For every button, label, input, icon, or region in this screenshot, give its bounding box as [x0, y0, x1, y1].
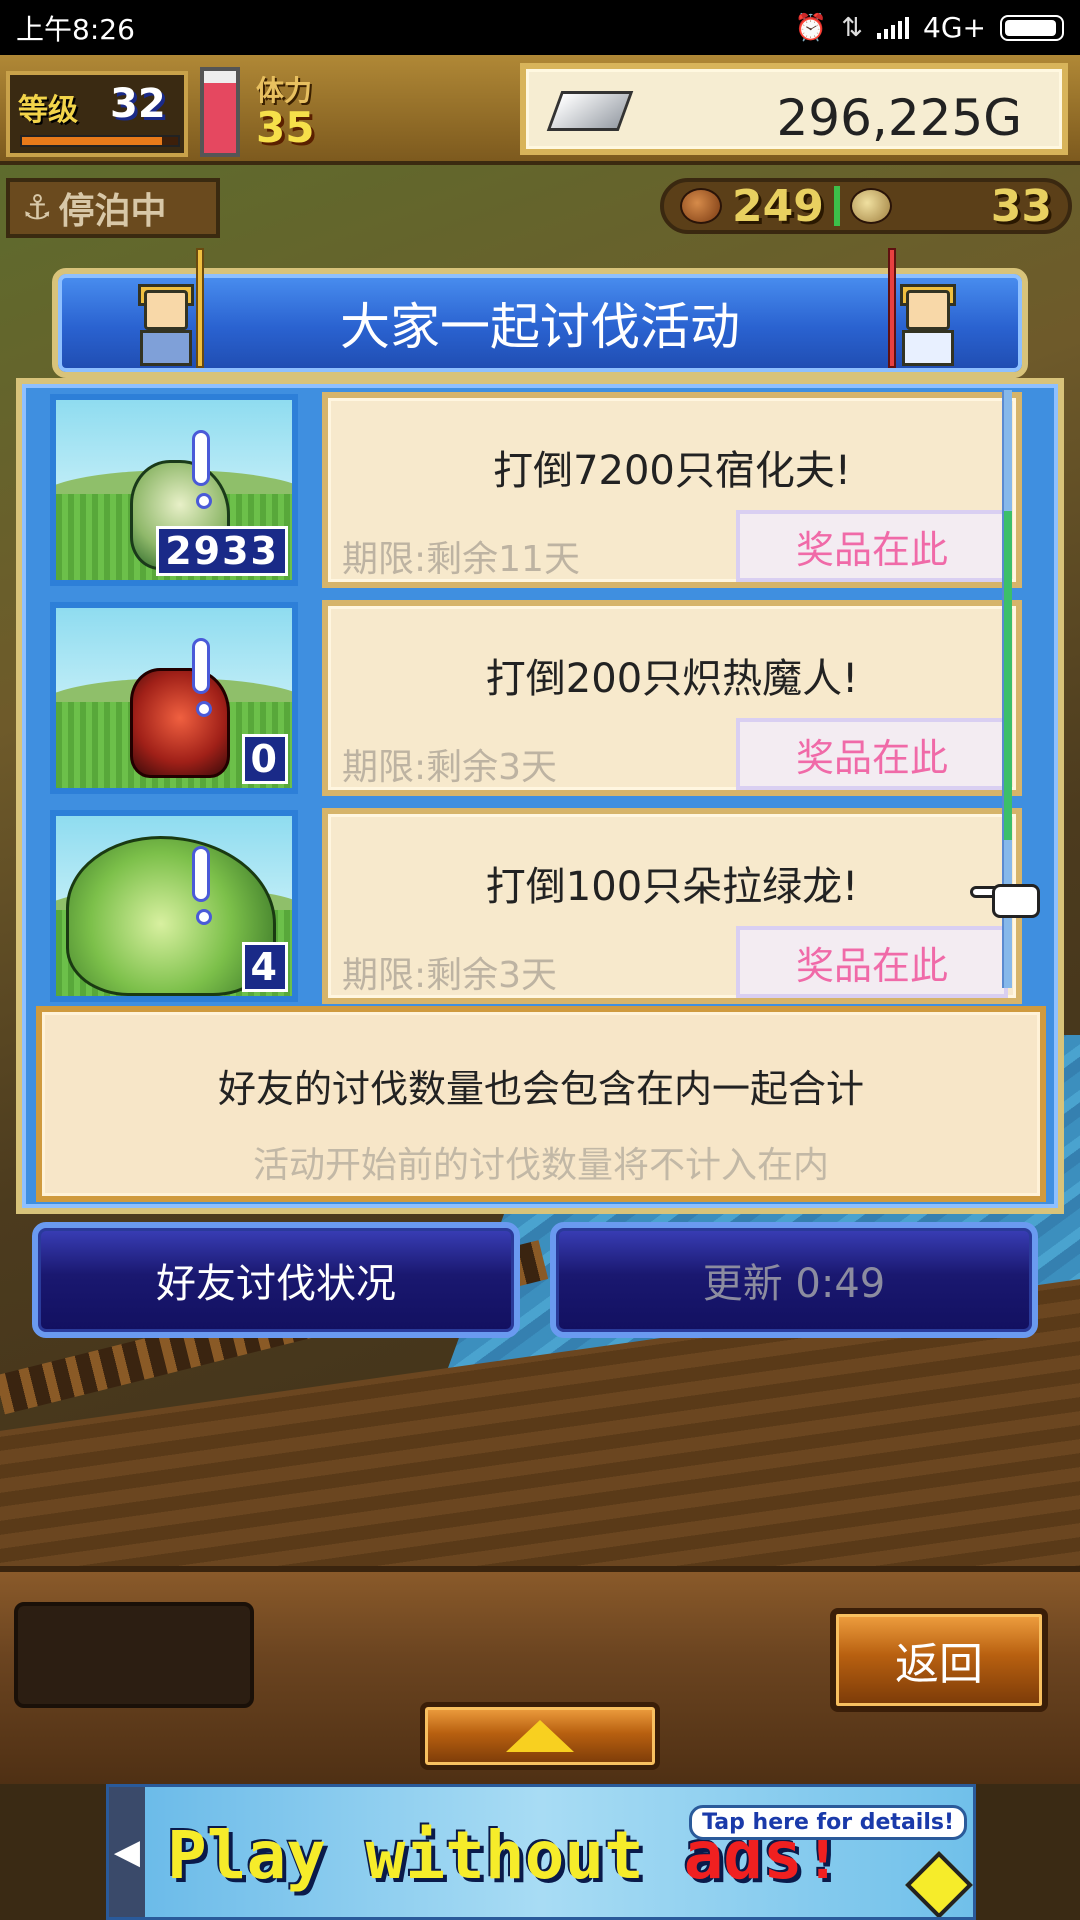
anchor-icon: ⚓ — [22, 188, 53, 228]
quest-deadline: 期限:剩余11天 — [342, 539, 580, 580]
level-progress-bar — [20, 135, 180, 147]
bottom-bar: 返回 — [0, 1566, 1080, 1784]
gold-display: 296,225G — [520, 63, 1068, 155]
refresh-button[interactable]: 更新 0:49 — [550, 1222, 1038, 1338]
level-value: 32 — [110, 81, 166, 127]
ad-left-arrow-icon[interactable]: ◀ — [109, 1787, 145, 1917]
quest-text: 打倒7200只宿化夫! — [493, 448, 851, 494]
level-box: 等级 32 — [6, 71, 188, 157]
up-arrow-icon — [506, 1720, 574, 1752]
stamina-gauge — [200, 67, 240, 157]
medal-value: 33 — [990, 180, 1052, 232]
stamina-value: 35 — [256, 103, 315, 152]
moored-status-label: 停泊中 — [58, 191, 167, 232]
prize-button[interactable]: 奖品在此 — [736, 510, 1008, 582]
exclamation-icon — [192, 430, 212, 509]
info-main-text: 好友的讨伐数量也会包含在内一起合计 — [217, 1067, 864, 1111]
ad-tip-bubble[interactable]: Tap here for details! — [689, 1805, 967, 1840]
event-title-banner: 大家一起讨伐活动 — [52, 248, 1028, 378]
empty-slot — [14, 1602, 254, 1708]
battery-icon — [1000, 14, 1064, 41]
pointing-hand-icon — [970, 876, 1046, 922]
fire-demon-icon — [130, 668, 230, 778]
ad-banner[interactable]: ◀ Play without ads! Tap here for details… — [106, 1784, 976, 1920]
resource-box: 249 33 — [660, 178, 1072, 234]
quest-text: 打倒200只炽热魔人! — [485, 656, 859, 702]
monster-thumbnail: 2933 — [50, 394, 298, 586]
moored-status: ⚓ 停泊中 — [6, 178, 220, 238]
monster-thumbnail: 0 — [50, 602, 298, 794]
menu-up-button[interactable] — [420, 1702, 660, 1770]
quest-deadline: 期限:剩余3天 — [342, 955, 558, 996]
info-sub-text: 活动开始前的讨伐数量将不计入在内 — [252, 1145, 829, 1186]
prize-button[interactable]: 奖品在此 — [736, 718, 1008, 790]
top-hud: 等级 32 体力 35 296,225G — [0, 55, 1080, 165]
quest-row: 2933 打倒7200只宿化夫! 期限:剩余11天 奖品在此 — [36, 390, 1026, 588]
quest-row: 0 打倒200只炽热魔人! 期限:剩余3天 奖品在此 — [36, 598, 1026, 796]
status-icons: ⏰ ⇅ 4G+ — [795, 11, 1064, 44]
quest-card: 打倒200只炽热魔人! 期限:剩余3天 奖品在此 — [322, 600, 1022, 796]
ad-game-icon — [905, 1851, 973, 1917]
medal-icon — [849, 188, 892, 224]
food-value: 249 — [732, 180, 824, 232]
data-arrows-icon: ⇅ — [841, 12, 864, 43]
info-box: 好友的讨伐数量也会包含在内一起合计 活动开始前的讨伐数量将不计入在内 — [36, 1006, 1046, 1202]
alarm-icon: ⏰ — [794, 12, 828, 43]
kill-count: 0 — [241, 734, 288, 784]
network-type: 4G+ — [923, 11, 986, 44]
quest-card: 打倒100只朵拉绿龙! 期限:剩余3天 奖品在此 — [322, 808, 1022, 1004]
exclamation-icon — [192, 846, 212, 925]
gold-value: 296,225G — [776, 89, 1022, 147]
scrollbar-thumb[interactable] — [1004, 511, 1012, 840]
status-bar: 上午8:26 ⏰ ⇅ 4G+ — [0, 0, 1080, 55]
prize-button[interactable]: 奖品在此 — [736, 926, 1008, 998]
food-icon — [680, 188, 722, 224]
silver-ingot-icon — [546, 91, 634, 131]
quest-card: 打倒7200只宿化夫! 期限:剩余11天 奖品在此 — [322, 392, 1022, 588]
status-time: 上午8:26 — [16, 12, 135, 46]
secondary-hud: ⚓ 停泊中 249 33 — [0, 170, 1080, 240]
quest-deadline: 期限:剩余3天 — [342, 747, 558, 788]
level-progress-fill — [22, 137, 163, 145]
exclamation-icon — [192, 638, 212, 717]
friends-status-button[interactable]: 好友讨伐状况 — [32, 1222, 520, 1338]
level-label: 等级 — [18, 93, 78, 128]
hero-left-icon — [128, 248, 204, 370]
event-title: 大家一起讨伐活动 — [340, 298, 740, 356]
kill-count: 4 — [241, 942, 288, 992]
ad-headline-part1: Play without — [167, 1817, 684, 1894]
kill-count: 2933 — [156, 526, 288, 576]
monster-thumbnail: 4 — [50, 810, 298, 1002]
hero-right-icon — [888, 248, 966, 370]
quest-row: 4 打倒100只朵拉绿龙! 期限:剩余3天 奖品在此 — [36, 806, 1026, 1004]
resource-divider — [833, 186, 840, 226]
signal-icon — [877, 16, 910, 39]
quest-text: 打倒100只朵拉绿龙! — [485, 864, 859, 910]
back-button[interactable]: 返回 — [830, 1608, 1048, 1712]
stamina-gauge-fill — [204, 83, 236, 153]
